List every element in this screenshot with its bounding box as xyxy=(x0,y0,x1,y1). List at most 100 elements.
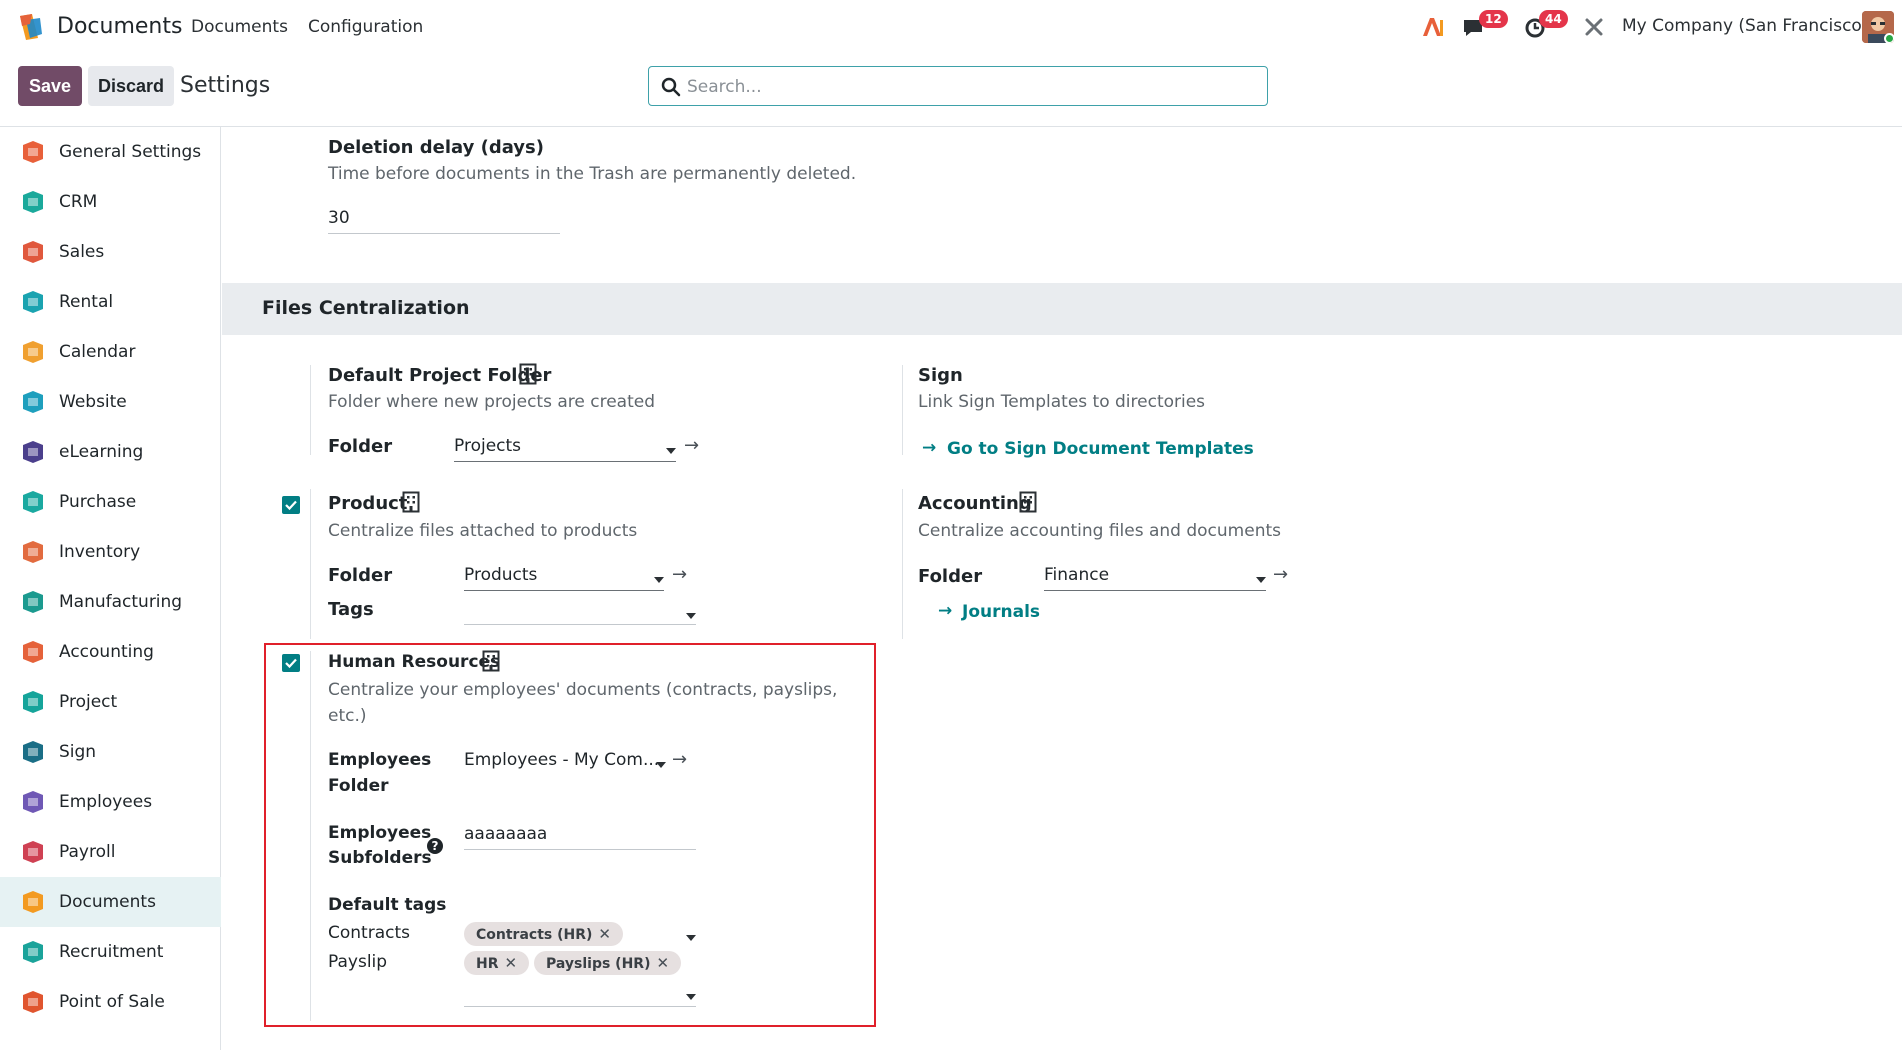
sidebar-item-point-of-sale[interactable]: Point of Sale xyxy=(0,977,221,1027)
project-folder-title: Default Project Folder xyxy=(328,365,552,386)
section-title: Files Centralization xyxy=(262,297,470,319)
sidebar-item-elearning[interactable]: eLearning xyxy=(0,427,221,477)
rental-icon xyxy=(23,291,43,313)
deletion-delay-desc: Time before documents in the Trash are p… xyxy=(328,164,857,184)
hr-checkbox[interactable] xyxy=(282,654,300,672)
accounting-folder-select[interactable]: Finance xyxy=(1044,561,1266,591)
employees-subfolders-label-2: Subfolders xyxy=(328,848,432,868)
company-building-icon xyxy=(402,491,420,513)
sidebar-item-label: CRM xyxy=(59,192,98,212)
sidebar-item-calendar[interactable]: Calendar xyxy=(0,327,221,377)
sidebar-item-payroll[interactable]: Payroll xyxy=(0,827,221,877)
sidebar-item-employees[interactable]: Employees xyxy=(0,777,221,827)
settings-content: Deletion delay (days) Time before docume… xyxy=(222,127,1902,1050)
project-icon xyxy=(23,691,43,713)
sidebar-item-label: Calendar xyxy=(59,342,136,362)
debug-tools-icon[interactable] xyxy=(1584,17,1604,37)
product-checkbox[interactable] xyxy=(282,496,300,514)
sign-templates-link[interactable]: Go to Sign Document Templates xyxy=(947,439,1254,459)
product-desc: Centralize files attached to products xyxy=(328,521,638,541)
sidebar-item-label: Website xyxy=(59,392,127,412)
sidebar-item-label: Inventory xyxy=(59,542,141,562)
sidebar-item-sign[interactable]: Sign xyxy=(0,727,221,777)
purchase-icon xyxy=(23,491,43,513)
sidebar-item-sales[interactable]: Sales xyxy=(0,227,221,277)
user-avatar[interactable] xyxy=(1862,11,1894,43)
deletion-delay-input[interactable]: 30 xyxy=(328,204,560,234)
sign-title: Sign xyxy=(918,365,963,386)
chevron-down-icon[interactable] xyxy=(686,935,696,941)
app-name[interactable]: Documents xyxy=(57,14,182,39)
remove-tag-icon[interactable]: ✕ xyxy=(505,954,518,972)
sidebar-item-documents[interactable]: Documents xyxy=(0,877,221,927)
payroll-icon xyxy=(23,841,43,863)
search-input[interactable] xyxy=(687,75,1247,99)
arrow-right-icon[interactable]: → xyxy=(1273,564,1288,585)
sidebar-item-recruitment[interactable]: Recruitment xyxy=(0,927,221,977)
employees-folder-label-1: Employees xyxy=(328,750,432,770)
chevron-down-icon[interactable] xyxy=(654,577,664,583)
employees-folder-select[interactable]: Employees - My Com... xyxy=(464,746,664,776)
sidebar-item-general-settings[interactable]: General Settings xyxy=(0,127,221,177)
page-title: Settings xyxy=(180,73,271,98)
sidebar-item-label: Sign xyxy=(59,742,97,762)
arrow-right-icon[interactable]: → xyxy=(922,438,936,458)
project-folder-label: Folder xyxy=(328,436,393,457)
website-icon xyxy=(23,391,43,413)
arrow-right-icon[interactable]: → xyxy=(938,601,952,621)
calendar-icon xyxy=(23,341,43,363)
product-tags-label: Tags xyxy=(328,599,374,620)
product-tags-input[interactable] xyxy=(464,595,696,625)
discard-button[interactable]: Discard xyxy=(88,66,174,106)
payslip-tags-input[interactable] xyxy=(464,977,696,1007)
arrow-right-icon[interactable]: → xyxy=(672,749,687,770)
accounting-desc: Centralize accounting files and document… xyxy=(918,521,1281,541)
help-icon[interactable]: ? xyxy=(427,838,443,854)
sidebar-item-rental[interactable]: Rental xyxy=(0,277,221,327)
arrow-right-icon[interactable]: → xyxy=(684,435,699,456)
accounting-title: Accounting xyxy=(918,493,1032,514)
arrow-right-icon[interactable]: → xyxy=(672,564,687,585)
employees-subfolders-label-1: Employees xyxy=(328,823,432,843)
sales-icon xyxy=(23,241,43,263)
search-bar[interactable] xyxy=(648,66,1268,106)
sidebar-item-inventory[interactable]: Inventory xyxy=(0,527,221,577)
sidebar-item-label: eLearning xyxy=(59,442,144,462)
menu-configuration[interactable]: Configuration xyxy=(308,17,423,37)
sidebar-item-manufacturing[interactable]: Manufacturing xyxy=(0,577,221,627)
column-divider xyxy=(902,489,903,639)
tag-contracts-hr: Contracts (HR) ✕ xyxy=(464,922,623,946)
crm-icon xyxy=(23,191,43,213)
checkmark-icon xyxy=(285,658,297,669)
company-switcher[interactable]: My Company (San Francisco) xyxy=(1622,16,1868,36)
remove-tag-icon[interactable]: ✕ xyxy=(656,954,669,972)
sidebar-item-purchase[interactable]: Purchase xyxy=(0,477,221,527)
project-folder-desc: Folder where new projects are created xyxy=(328,392,656,412)
sidebar-item-label: Employees xyxy=(59,792,153,812)
documents-app-icon[interactable] xyxy=(16,12,46,42)
employees-subfolders-input[interactable]: aaaaaaaa xyxy=(464,820,696,850)
sidebar-item-website[interactable]: Website xyxy=(0,377,221,427)
remove-tag-icon[interactable]: ✕ xyxy=(598,925,611,943)
sidebar-item-accounting[interactable]: Accounting xyxy=(0,627,221,677)
ai-icon[interactable] xyxy=(1421,16,1445,38)
sidebar-item-crm[interactable]: CRM xyxy=(0,177,221,227)
save-button[interactable]: Save xyxy=(18,66,82,106)
elearning-icon xyxy=(23,441,43,463)
chevron-down-icon[interactable] xyxy=(686,613,696,619)
chevron-down-icon[interactable] xyxy=(686,994,696,1000)
sidebar-item-project[interactable]: Project xyxy=(0,677,221,727)
row-divider xyxy=(310,489,311,639)
chevron-down-icon[interactable] xyxy=(656,762,666,768)
company-building-icon xyxy=(1019,491,1037,513)
journals-link[interactable]: Journals xyxy=(962,602,1040,622)
menu-documents[interactable]: Documents xyxy=(191,17,288,37)
chevron-down-icon[interactable] xyxy=(666,448,676,454)
project-folder-select[interactable]: Projects xyxy=(454,432,676,462)
sidebar-item-label: Point of Sale xyxy=(59,992,165,1012)
chevron-down-icon[interactable] xyxy=(1256,577,1266,583)
accounting-icon xyxy=(23,641,43,663)
search-icon xyxy=(661,77,681,97)
hr-title: Human Resources xyxy=(328,652,501,672)
product-folder-select[interactable]: Products xyxy=(464,561,664,591)
